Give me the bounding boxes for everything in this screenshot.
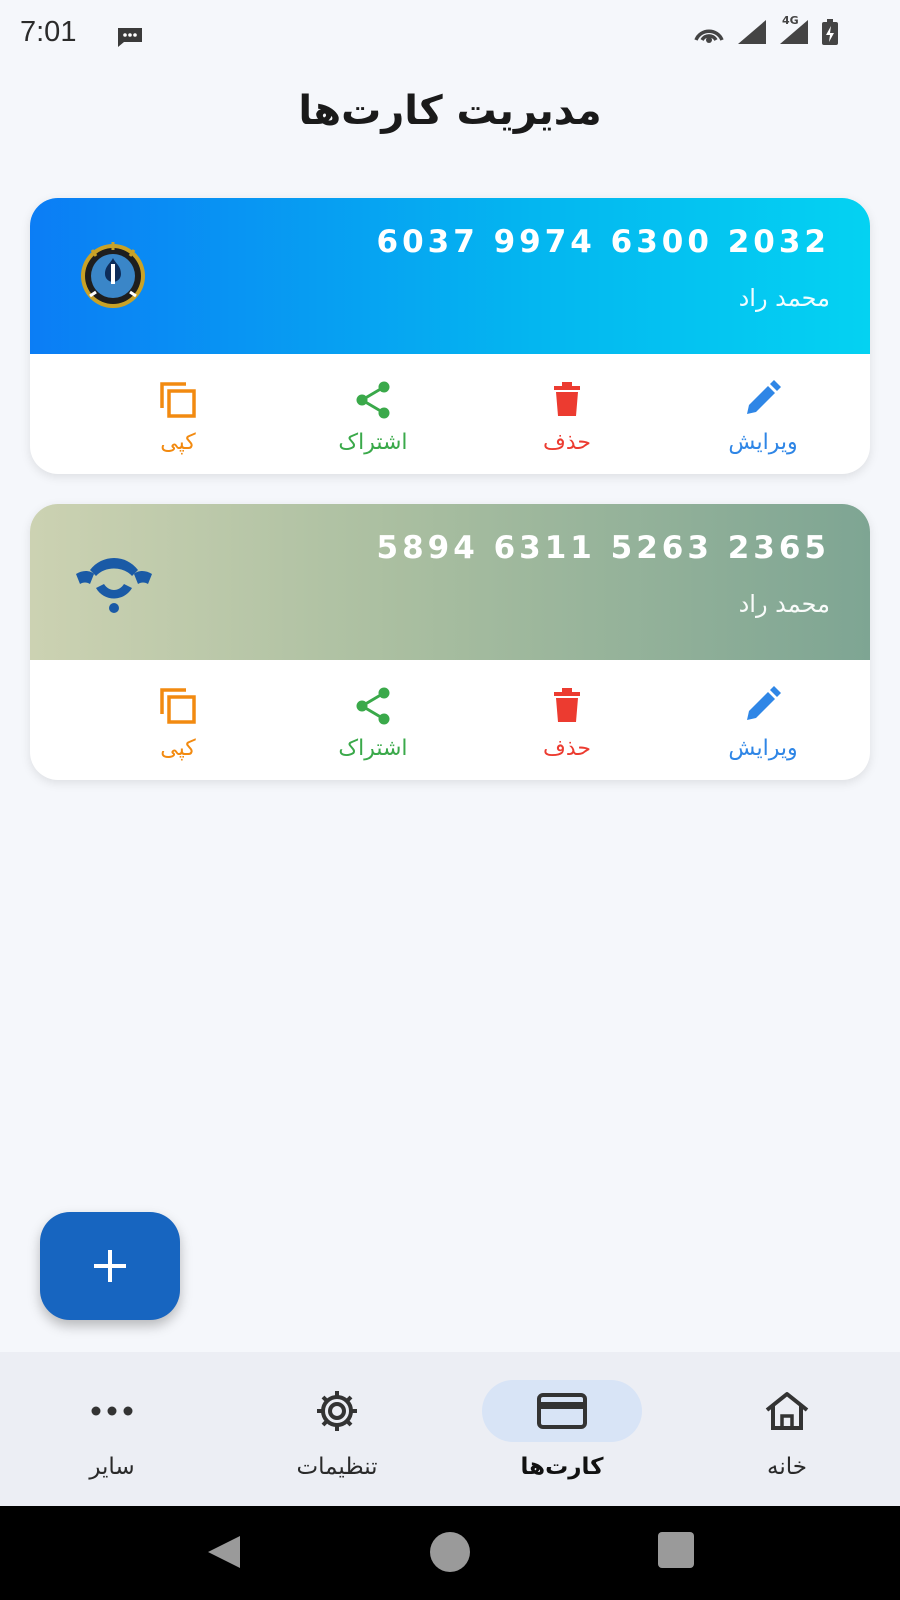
- hotspot-icon: [692, 18, 726, 50]
- plus-icon: [94, 1250, 126, 1282]
- battery-charging-icon: [820, 18, 840, 50]
- nav-label-cards: کارت‌ها: [520, 1454, 604, 1480]
- trash-icon: [554, 688, 580, 722]
- more-horizontal-icon: [91, 1406, 133, 1416]
- status-time: 7:01: [20, 16, 77, 48]
- card-holder-name: محمد راد: [738, 590, 830, 618]
- trash-icon: [554, 382, 580, 416]
- nav-label-home: خانه: [767, 1454, 807, 1480]
- share-label: اشتراک: [338, 736, 408, 761]
- card-face[interactable]: 6037 9974 6300 2032 محمد راد: [30, 198, 870, 354]
- nav-item-more[interactable]: سایر: [22, 1380, 202, 1480]
- card-face[interactable]: 5894 6311 5263 2365 محمد راد: [30, 504, 870, 660]
- nav-item-home[interactable]: خانه: [697, 1380, 877, 1480]
- signal-icon: [736, 18, 768, 50]
- nav-item-cards[interactable]: کارت‌ها: [472, 1380, 652, 1480]
- delete-label: حذف: [543, 430, 591, 455]
- nav-label-more: سایر: [89, 1454, 135, 1480]
- card-holder-name: محمد راد: [738, 284, 830, 312]
- delete-label: حذف: [543, 736, 591, 761]
- bank-card[interactable]: 5894 6311 5263 2365 محمد راد ویرایش حذف …: [30, 504, 870, 780]
- edit-label: ویرایش: [728, 430, 798, 455]
- share-button[interactable]: اشتراک: [313, 684, 433, 761]
- share-label: اشتراک: [338, 430, 408, 455]
- add-card-button[interactable]: [40, 1212, 180, 1320]
- message-notification-icon: [116, 26, 144, 52]
- card-actions: ویرایش حذف اشتراک کپی: [30, 354, 870, 474]
- copy-label: کپی: [160, 736, 196, 761]
- edit-button[interactable]: ویرایش: [703, 684, 823, 761]
- back-icon[interactable]: [204, 1532, 244, 1576]
- card-actions: ویرایش حذف اشتراک کپی: [30, 660, 870, 780]
- nav-item-settings[interactable]: تنظیمات: [247, 1380, 427, 1480]
- pencil-icon: [747, 686, 781, 720]
- edit-label: ویرایش: [728, 736, 798, 761]
- copy-icon: [160, 688, 196, 724]
- system-navigation-bar: [0, 1506, 900, 1600]
- home-icon: [765, 1392, 809, 1430]
- signal-4g-icon: 4G: [778, 14, 810, 50]
- share-icon: [356, 381, 390, 419]
- gear-icon: [317, 1391, 357, 1431]
- share-icon: [356, 687, 390, 725]
- home-circle-icon[interactable]: [428, 1532, 472, 1580]
- copy-button[interactable]: کپی: [118, 684, 238, 761]
- card-number: 6037 9974 6300 2032: [376, 224, 830, 260]
- bank-refah-logo: [68, 544, 160, 620]
- status-bar: 7:01 4G: [0, 0, 900, 70]
- recents-square-icon[interactable]: [656, 1532, 696, 1576]
- delete-button[interactable]: حذف: [507, 378, 627, 455]
- nav-label-settings: تنظیمات: [296, 1454, 378, 1480]
- credit-card-icon: [537, 1393, 587, 1429]
- copy-icon: [160, 382, 196, 418]
- network-type-label: 4G: [782, 14, 799, 27]
- delete-button[interactable]: حذف: [507, 684, 627, 761]
- pencil-icon: [747, 380, 781, 414]
- bank-melli-logo: [78, 238, 148, 314]
- card-number: 5894 6311 5263 2365: [376, 530, 830, 566]
- page-title: مدیریت کارت‌ها: [298, 88, 602, 134]
- bottom-navigation: خانه کارت‌ها تنظیمات سایر: [0, 1352, 900, 1506]
- copy-label: کپی: [160, 430, 196, 455]
- status-icons: 4G: [692, 14, 840, 50]
- edit-button[interactable]: ویرایش: [703, 378, 823, 455]
- bank-card[interactable]: 6037 9974 6300 2032 محمد راد ویرایش حذف: [30, 198, 870, 474]
- share-button[interactable]: اشتراک: [313, 378, 433, 455]
- copy-button[interactable]: کپی: [118, 378, 238, 455]
